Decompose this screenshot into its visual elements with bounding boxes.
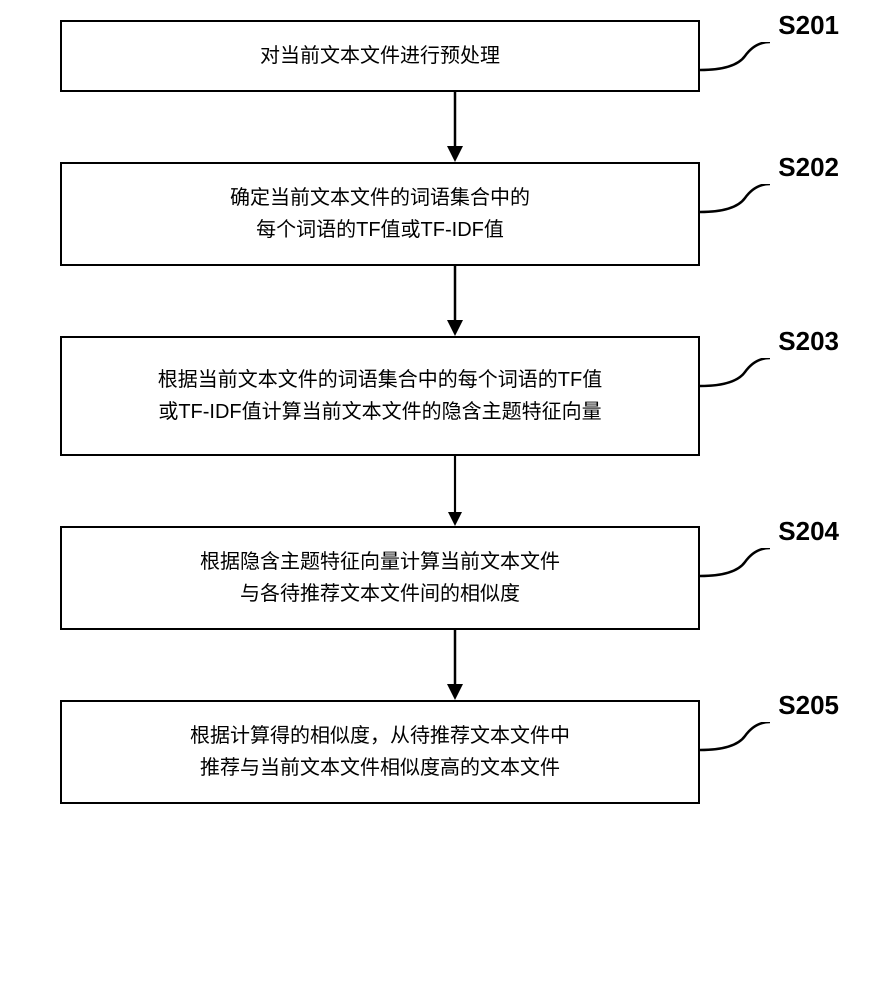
step-box: 根据当前文本文件的词语集合中的每个词语的TF值或TF-IDF值计算当前文本文件的… bbox=[60, 336, 700, 456]
step-label-text: S205 bbox=[778, 690, 839, 721]
flowchart: 对当前文本文件进行预处理 S201 确定当前文本文件的词语集合中的每个词语的TF… bbox=[30, 20, 849, 804]
step-box: 确定当前文本文件的词语集合中的每个词语的TF值或TF-IDF值 bbox=[60, 162, 700, 266]
step-box: 根据隐含主题特征向量计算当前文本文件与各待推荐文本文件间的相似度 bbox=[60, 526, 700, 630]
step-label-wrap: S202 bbox=[700, 162, 849, 202]
step-text: 确定当前文本文件的词语集合中的每个词语的TF值或TF-IDF值 bbox=[230, 182, 530, 246]
step-label-wrap: S201 bbox=[700, 20, 849, 60]
step-label-wrap: S203 bbox=[700, 336, 849, 376]
connector-curve-icon bbox=[700, 722, 770, 752]
step-label-text: S203 bbox=[778, 326, 839, 357]
flow-step-S203: 根据当前文本文件的词语集合中的每个词语的TF值或TF-IDF值计算当前文本文件的… bbox=[30, 336, 849, 456]
step-text: 根据隐含主题特征向量计算当前文本文件与各待推荐文本文件间的相似度 bbox=[200, 546, 560, 610]
step-label-text: S202 bbox=[778, 152, 839, 183]
flow-step-S205: 根据计算得的相似度，从待推荐文本文件中推荐与当前文本文件相似度高的文本文件 S2… bbox=[30, 700, 849, 804]
flow-step-S201: 对当前文本文件进行预处理 S201 bbox=[30, 20, 849, 92]
step-label-wrap: S205 bbox=[700, 700, 849, 740]
arrow-down-icon bbox=[135, 92, 775, 162]
flow-step-S204: 根据隐含主题特征向量计算当前文本文件与各待推荐文本文件间的相似度 S204 bbox=[30, 526, 849, 630]
step-label-wrap: S204 bbox=[700, 526, 849, 566]
step-text: 根据计算得的相似度，从待推荐文本文件中推荐与当前文本文件相似度高的文本文件 bbox=[190, 720, 570, 784]
step-text: 对当前文本文件进行预处理 bbox=[260, 40, 500, 72]
step-label-text: S201 bbox=[778, 10, 839, 41]
arrow-down-icon bbox=[135, 630, 775, 700]
step-text: 根据当前文本文件的词语集合中的每个词语的TF值或TF-IDF值计算当前文本文件的… bbox=[158, 364, 602, 428]
step-box: 对当前文本文件进行预处理 bbox=[60, 20, 700, 92]
connector-curve-icon bbox=[700, 358, 770, 388]
step-box: 根据计算得的相似度，从待推荐文本文件中推荐与当前文本文件相似度高的文本文件 bbox=[60, 700, 700, 804]
arrow-down-icon bbox=[135, 266, 775, 336]
arrow-down-icon bbox=[135, 456, 775, 526]
connector-curve-icon bbox=[700, 548, 770, 578]
flow-step-S202: 确定当前文本文件的词语集合中的每个词语的TF值或TF-IDF值 S202 bbox=[30, 162, 849, 266]
connector-curve-icon bbox=[700, 42, 770, 72]
connector-curve-icon bbox=[700, 184, 770, 214]
step-label-text: S204 bbox=[778, 516, 839, 547]
